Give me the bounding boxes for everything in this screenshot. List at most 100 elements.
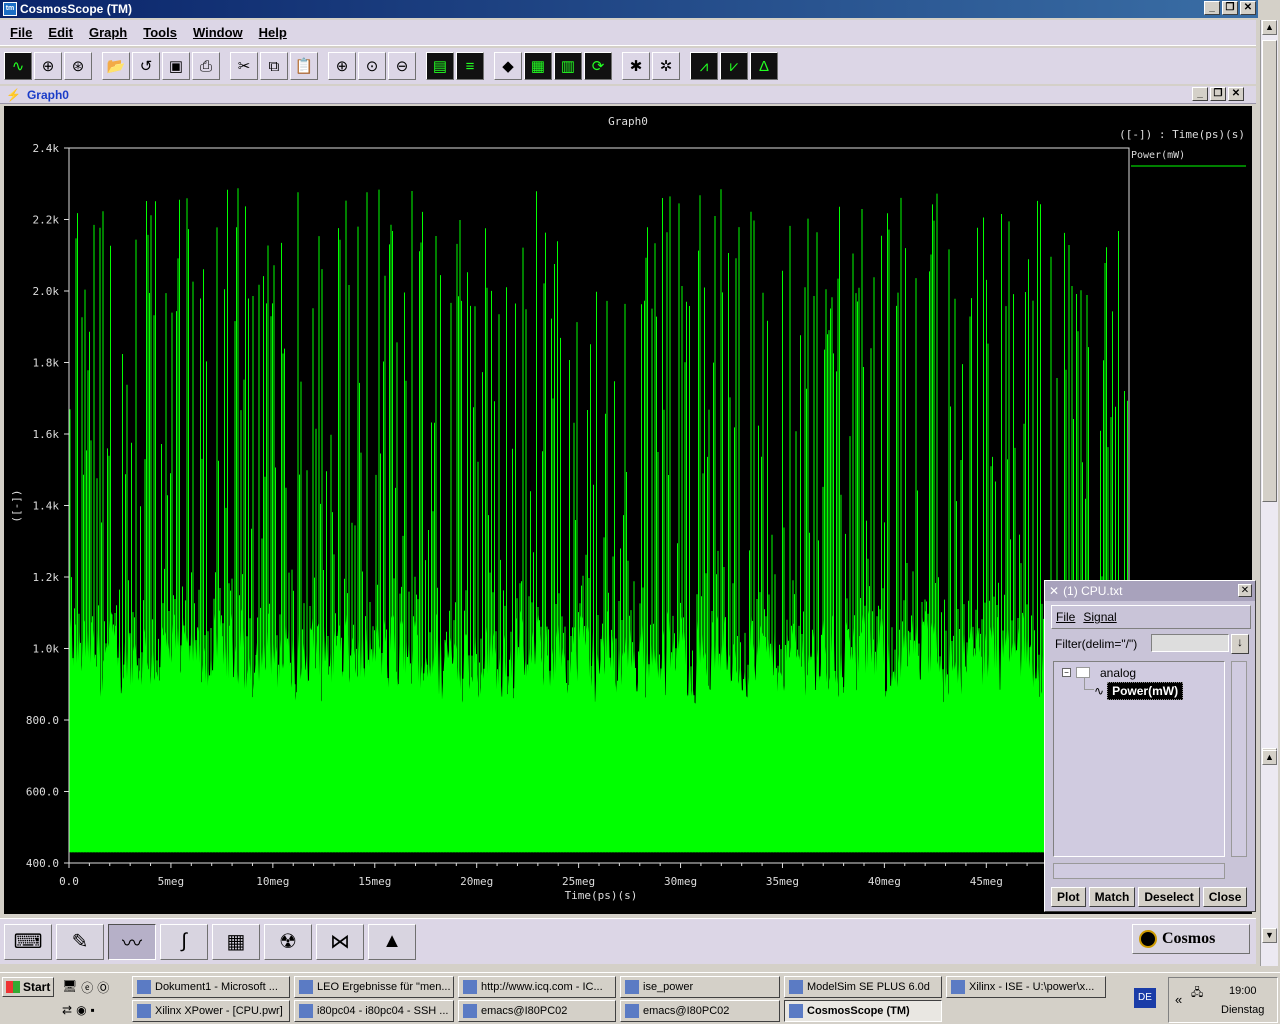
zoom-out-icon[interactable]: ⊖ [388,52,416,80]
power-series-line[interactable] [69,188,1130,853]
scroll-up-arrow2-icon[interactable]: ▲ [1262,750,1277,765]
match-button[interactable]: Match [1088,887,1136,907]
measure3-icon[interactable]: Δ [750,52,778,80]
scroll-up-arrow-icon[interactable]: ▲ [1262,20,1277,35]
task-ise-power[interactable]: ise_power [620,976,780,998]
save-icon[interactable]: ▣ [162,52,190,80]
close-button[interactable]: ✕ [1240,1,1256,15]
minimize-button[interactable]: _ [1204,1,1220,15]
maximize-button[interactable]: ❐ [1222,1,1238,15]
task-xpower[interactable]: Xilinx XPower - [CPU.pwr] [132,1000,290,1022]
task-emacs-1[interactable]: emacs@I80PC02 [458,1000,616,1022]
start-button[interactable]: Start [2,977,54,997]
menu-tools[interactable]: Tools [143,25,177,40]
keyboard-icon[interactable]: ⌨ [4,923,52,960]
scroll-thumb[interactable] [1262,40,1277,502]
filter-dropdown-icon[interactable]: ↓ [1231,634,1249,654]
menu-file[interactable]: File [10,25,32,40]
tree-node-signal[interactable]: ∿ Power(mW) [1094,682,1184,700]
bars-icon[interactable]: ▥ [554,52,582,80]
radiation-icon[interactable]: ☢ [264,923,312,960]
y-tick-label: 800.0 [26,714,59,727]
graph-close-button[interactable]: ✕ [1228,87,1244,101]
desktop-icon[interactable]: 🖥 [62,979,77,996]
opera-icon[interactable]: Ⓞ [97,979,109,996]
open-icon[interactable]: 📂 [102,52,130,80]
graph-restore-button[interactable]: ❐ [1210,87,1226,101]
menu-help[interactable]: Help [259,25,287,40]
waveform-icon[interactable]: 〰 [108,923,156,960]
refresh-icon[interactable]: ⟳ [584,52,612,80]
task-ssh[interactable]: i80pc04 - i80pc04 - SSH ... [294,1000,454,1022]
matlab-icon[interactable]: ▲ [368,923,416,960]
zoom-in-icon[interactable]: ⊕ [328,52,356,80]
measure-icon[interactable]: ⩘ [690,52,718,80]
menu-window[interactable]: Window [193,25,243,40]
y-tick-label: 1.4k [33,500,60,513]
emacs2-icon [625,1004,639,1018]
grid-icon[interactable]: ▦ [524,52,552,80]
crosshair2-icon[interactable]: ⊛ [64,52,92,80]
firefox-task-icon [299,980,313,994]
paste-icon[interactable]: 📋 [290,52,318,80]
close-window-button[interactable]: Close [1202,887,1248,907]
tray-expand-icon[interactable]: « [1175,992,1182,1007]
signal-menu-file[interactable]: File [1056,610,1075,624]
firefox-icon[interactable]: ◉ [76,1003,86,1017]
task-modelsim[interactable]: ModelSim SE PLUS 6.0d [784,976,942,998]
diamond-icon[interactable]: ◆ [494,52,522,80]
task-icq[interactable]: http://www.icq.com - IC... [458,976,616,998]
x-tick-label: 5meg [158,875,185,888]
bottom-toolbar: ⌨ ✎ 〰 ∫ ▦ ☢ ⋈ ▲ Cosmos [0,918,1256,964]
ie-icon[interactable]: ⓔ [81,979,93,996]
signal-tree[interactable]: − analog ∿ Power(mW) [1053,661,1225,857]
task-cosmosscope[interactable]: CosmosScope (TM) [784,1000,942,1022]
tree-node-analog[interactable]: analog [1100,666,1136,680]
signal-label[interactable]: Power(mW) [1107,682,1184,700]
layers-icon[interactable]: ▤ [426,52,454,80]
y-tick-label: 1.8k [33,357,60,370]
stack-icon[interactable]: ≡ [456,52,484,80]
network-icon[interactable]: ⇄ [62,1003,72,1017]
firefox-task2-icon [463,980,477,994]
language-indicator[interactable]: DE [1134,988,1156,1008]
scroll-down-arrow2-icon[interactable]: ▼ [1262,928,1277,943]
zoom-fit-icon[interactable]: ⊙ [358,52,386,80]
signal-menu-signal[interactable]: Signal [1083,610,1116,624]
reload-icon[interactable]: ↺ [132,52,160,80]
clock-time[interactable]: 19:00 [1229,985,1257,997]
windows-flag-icon [6,981,20,993]
legend-series-name[interactable]: Power(mW) [1131,150,1185,161]
signal-tree-horizontal-scrollbar[interactable] [1053,863,1225,879]
plot-button[interactable]: Plot [1051,887,1086,907]
signal-browser-close-button[interactable]: ✕ [1238,584,1252,597]
measure2-icon[interactable]: ⩗ [720,52,748,80]
cut-icon[interactable]: ✂ [230,52,258,80]
signal-tree-vertical-scrollbar[interactable] [1231,661,1247,857]
scope-icon[interactable]: ∫ [160,923,208,960]
flow-icon[interactable]: ⋈ [316,923,364,960]
task-xilinx-ise[interactable]: Xilinx - ISE - U:\power\x... [946,976,1106,998]
cmd-icon[interactable]: ▪ [91,1003,95,1017]
main-vertical-scrollbar[interactable]: ▲ ▼ ▲ ▼ [1260,20,1278,966]
copy-icon[interactable]: ⧉ [260,52,288,80]
graph-minimize-button[interactable]: _ [1192,87,1208,101]
x-tick-label: 10meg [256,875,289,888]
filter-input[interactable] [1151,634,1229,652]
task-emacs-2[interactable]: emacs@I80PC02 [620,1000,780,1022]
wave-icon[interactable]: ∿ [4,52,32,80]
menu-graph[interactable]: Graph [89,25,127,40]
calculator-icon[interactable]: ▦ [212,923,260,960]
annotate-icon[interactable]: ✎ [56,923,104,960]
deselect-button[interactable]: Deselect [1138,887,1200,907]
tree-collapse-icon[interactable]: − [1062,668,1071,677]
task-word[interactable]: Dokument1 - Microsoft ... [132,976,290,998]
menu-edit[interactable]: Edit [48,25,73,40]
bug-icon[interactable]: ✱ [622,52,650,80]
folder-icon [1076,667,1090,678]
bug2-icon[interactable]: ✲ [652,52,680,80]
tray-network-icon[interactable]: 🖧 [1191,984,1203,1003]
print-icon[interactable]: ⎙ [192,52,220,80]
crosshair-icon[interactable]: ⊕ [34,52,62,80]
task-leo[interactable]: LEO Ergebnisse für "men... [294,976,454,998]
